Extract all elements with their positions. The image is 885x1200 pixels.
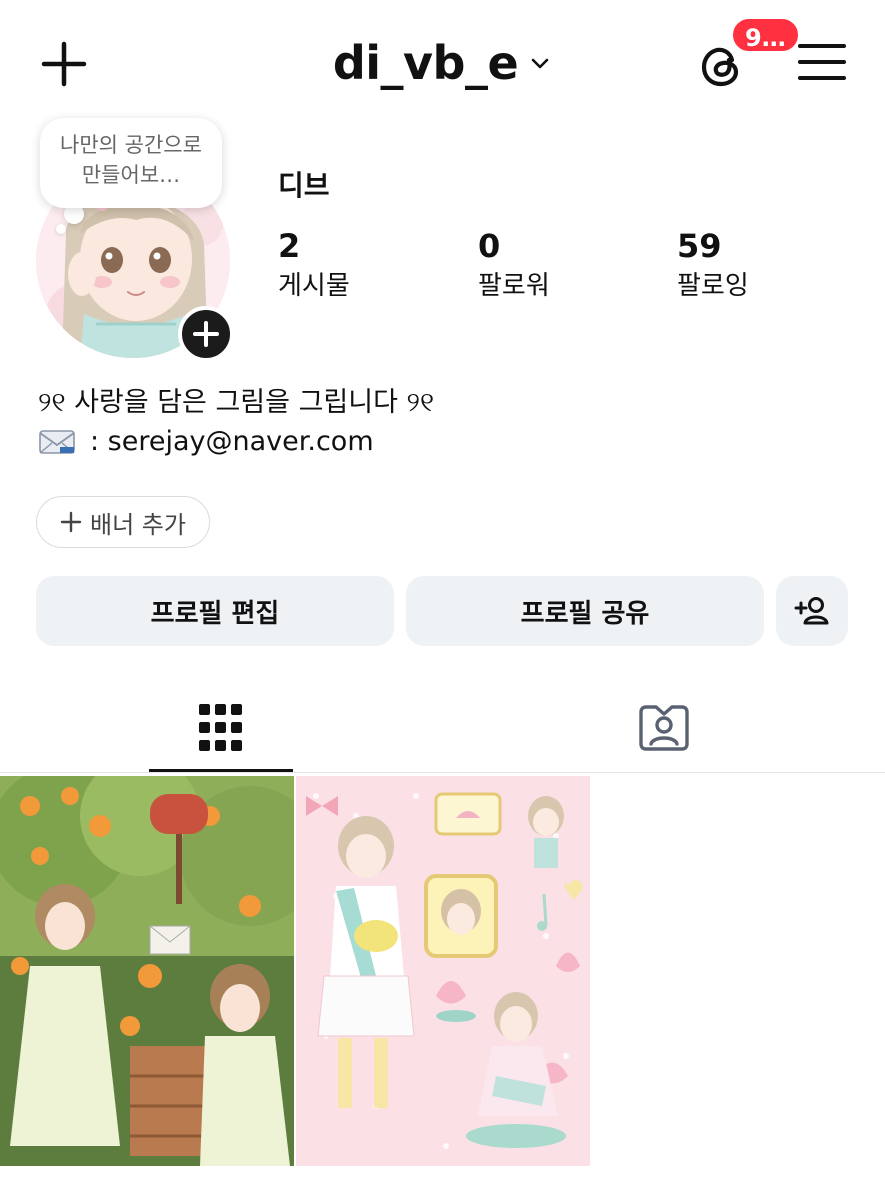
- share-profile-button[interactable]: 프로필 공유: [406, 576, 764, 646]
- stat-posts[interactable]: 2 게시물: [278, 226, 350, 306]
- stat-posts-label: 게시물: [278, 271, 350, 301]
- stat-followers-count: 0: [478, 227, 501, 265]
- add-story-button[interactable]: [178, 306, 234, 362]
- top-bar: di_vb_e 9…: [0, 0, 885, 120]
- add-banner-label: 배너 추가: [90, 510, 186, 539]
- tagged-person-icon: [639, 705, 689, 751]
- edit-profile-button[interactable]: 프로필 편집: [36, 576, 394, 646]
- grid-icon: [199, 704, 242, 751]
- post-thumbnail-1[interactable]: [0, 776, 294, 1166]
- tab-tagged[interactable]: [592, 684, 736, 772]
- tab-divider: [0, 772, 885, 773]
- add-person-icon: [794, 597, 829, 625]
- edit-profile-label: 프로필 편집: [150, 598, 280, 629]
- chevron-down-icon: [531, 58, 549, 69]
- username: di_vb_e: [332, 36, 519, 90]
- bio-line-1: ୨୧ 사랑을 담은 그림을 그립니다 ୨୧: [38, 387, 435, 418]
- stat-following-count: 59: [677, 227, 722, 265]
- note-bubble-tail-small: [56, 224, 66, 234]
- plus-icon: [193, 321, 219, 347]
- envelope-icon: [39, 429, 75, 454]
- add-banner-chip[interactable]: 배너 추가: [36, 496, 210, 548]
- tab-posts-grid[interactable]: [149, 684, 293, 772]
- discover-people-button[interactable]: [776, 576, 848, 646]
- display-name: 디브: [278, 169, 330, 202]
- plus-icon: [60, 511, 82, 533]
- bio-line-2: : serejay@naver.com: [38, 426, 374, 457]
- stat-following[interactable]: 59 팔로잉: [677, 226, 749, 306]
- profile-note-bubble[interactable]: 나만의 공간으로 만들어보…: [40, 118, 222, 208]
- notification-badge[interactable]: 9…: [730, 16, 801, 54]
- create-plus-icon[interactable]: [38, 38, 90, 90]
- stat-followers[interactable]: 0 팔로워: [478, 226, 550, 306]
- contact-email[interactable]: : serejay@naver.com: [90, 426, 374, 457]
- share-profile-label: 프로필 공유: [520, 598, 650, 629]
- account-switcher[interactable]: di_vb_e: [333, 36, 552, 90]
- post-thumbnail-2[interactable]: [296, 776, 590, 1166]
- hamburger-menu-icon[interactable]: [798, 40, 846, 84]
- stat-following-label: 팔로잉: [677, 271, 749, 301]
- stat-followers-label: 팔로워: [478, 271, 550, 301]
- stat-posts-count: 2: [278, 227, 301, 265]
